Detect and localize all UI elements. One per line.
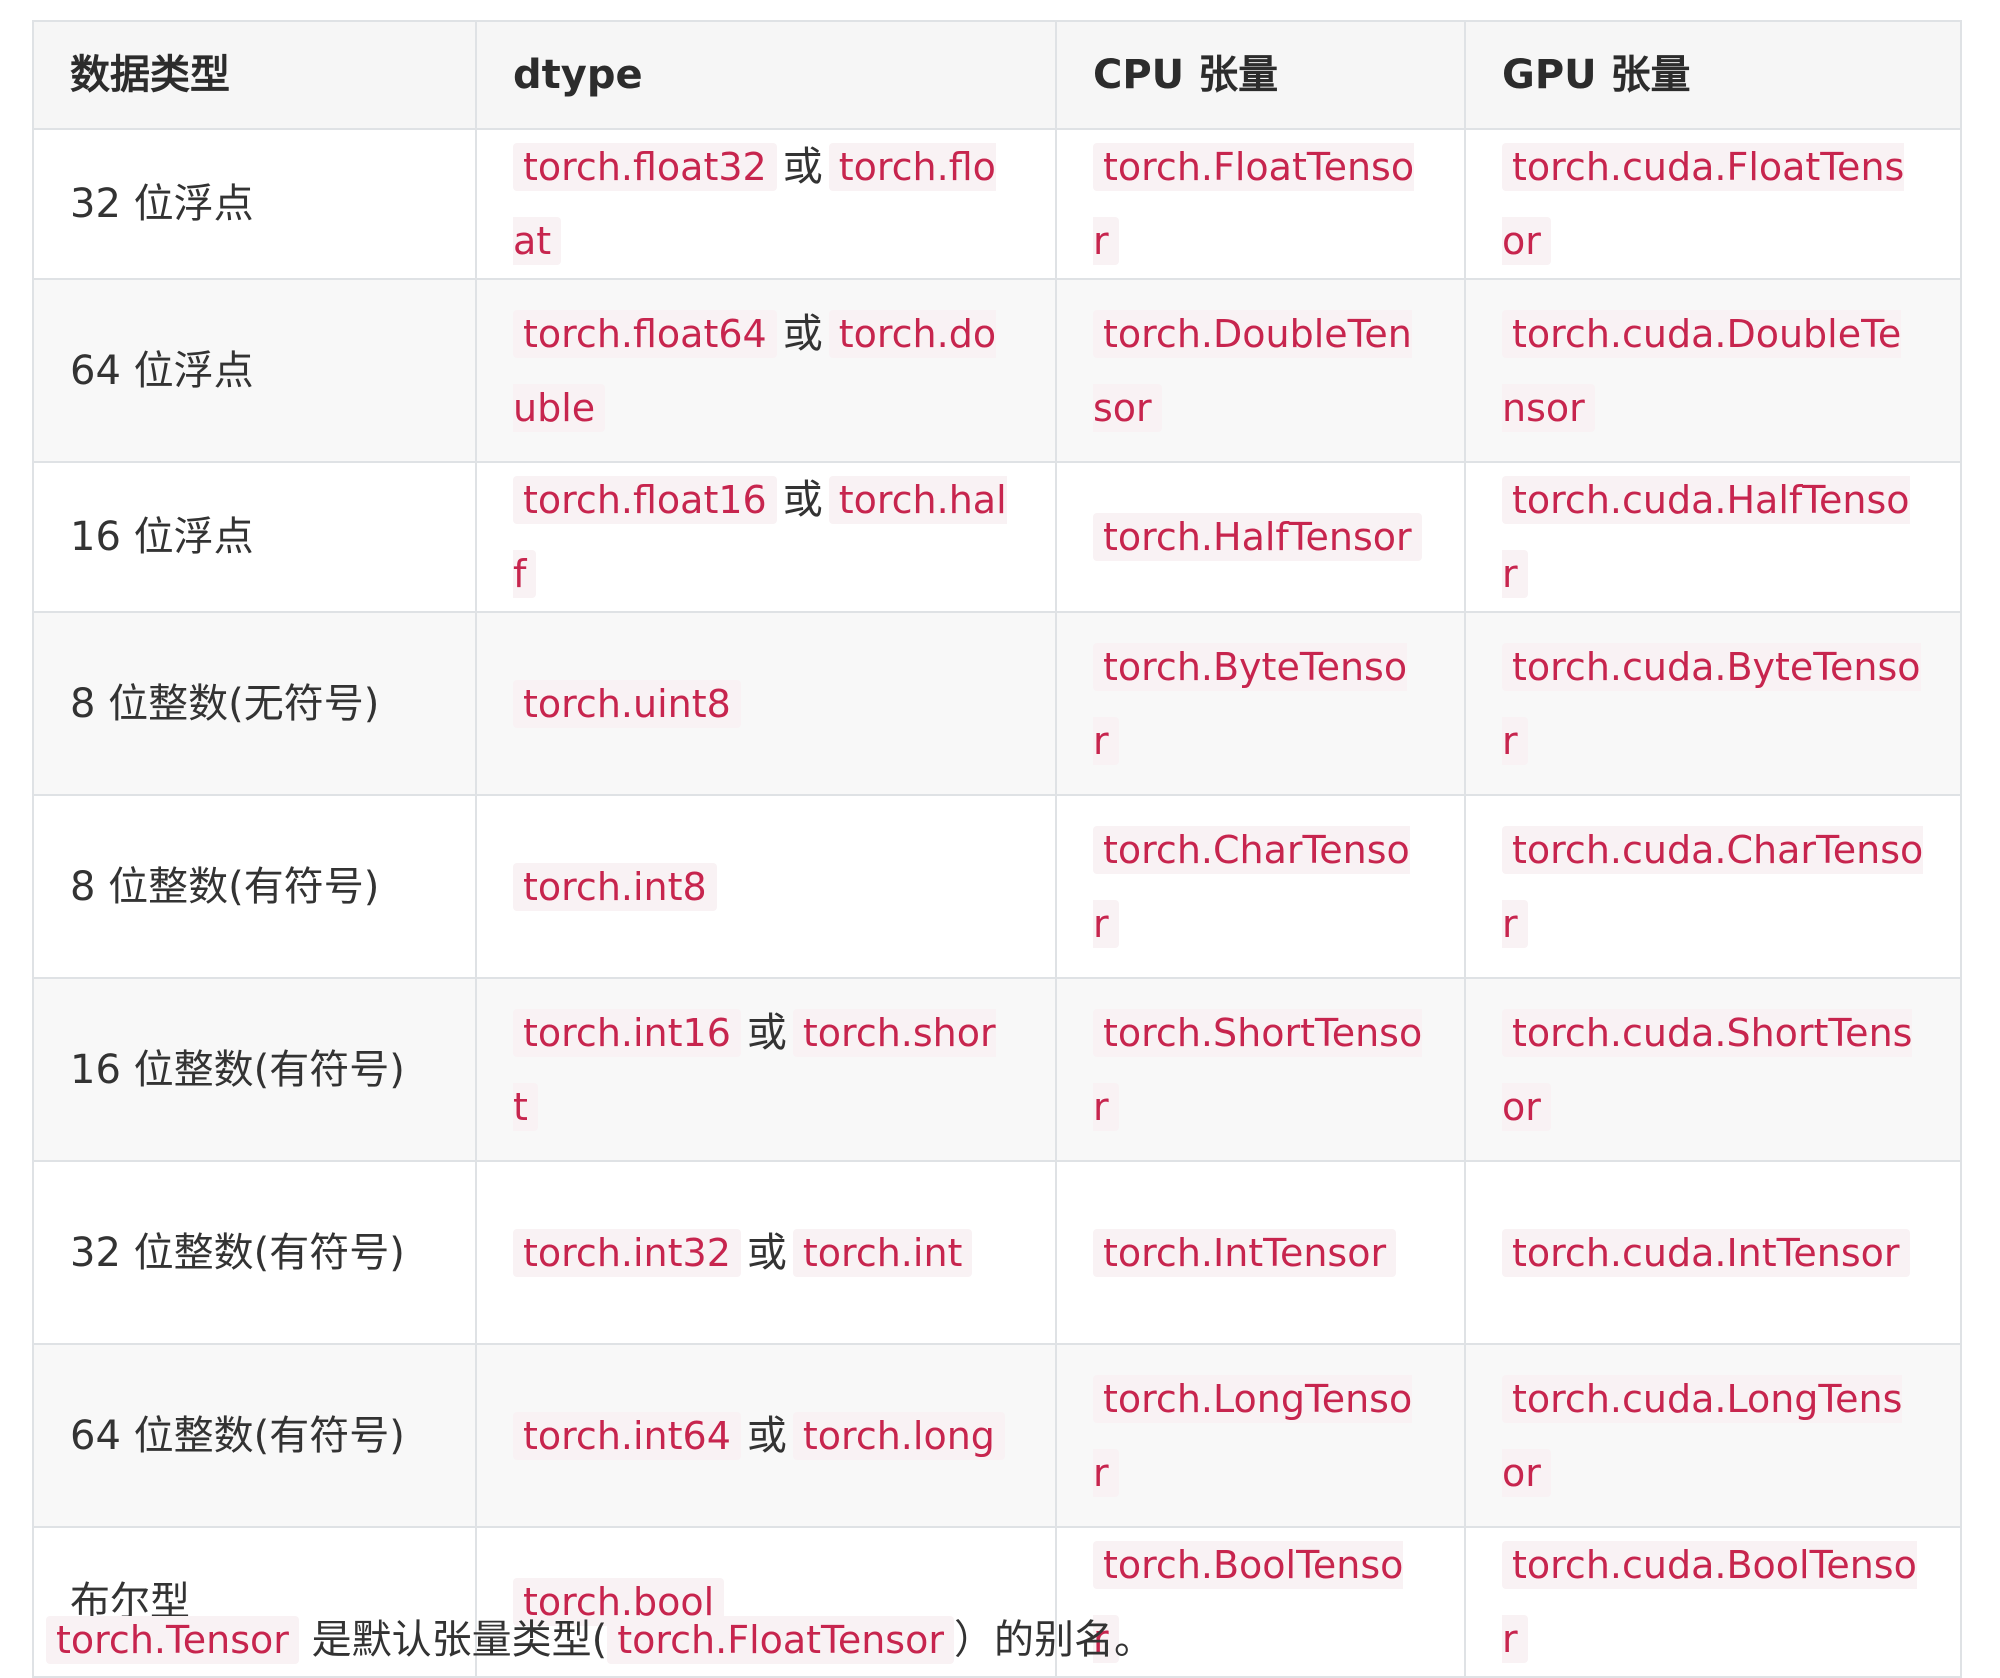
cell-cpu-tensor: torch.LongTensor	[1055, 1343, 1466, 1528]
dtype-code: torch.int16	[513, 1008, 741, 1057]
cpu-tensor-code: torch.CharTensor	[1093, 825, 1410, 948]
cell-gpu-tensor: torch.cuda.ByteTensor	[1464, 611, 1962, 796]
gpu-tensor-code: torch.cuda.LongTensor	[1502, 1374, 1903, 1497]
cell-cpu-tensor: torch.FloatTensor	[1055, 128, 1466, 280]
gpu-tensor-code: torch.cuda.DoubleTensor	[1502, 309, 1902, 432]
or-text: 或	[782, 310, 823, 357]
cpu-tensor-code: torch.ShortTensor	[1093, 1008, 1423, 1131]
header-dtype: dtype	[475, 20, 1057, 130]
cell-data-type: 32 位整数(有符号)	[32, 1160, 477, 1345]
cell-gpu-tensor: torch.cuda.ShortTensor	[1464, 977, 1962, 1162]
table-row: 64 位整数(有符号) torch.int64 或 torch.long torch.L…	[32, 1343, 1962, 1528]
gpu-tensor-code: torch.cuda.CharTensor	[1502, 825, 1924, 948]
cell-gpu-tensor: torch.cuda.BoolTensor	[1464, 1526, 1962, 1678]
or-text: 或	[746, 1009, 787, 1056]
cell-cpu-tensor: torch.HalfTensor	[1055, 461, 1466, 613]
header-data-type: 数据类型	[32, 20, 477, 130]
cell-gpu-tensor: torch.cuda.LongTensor	[1464, 1343, 1962, 1528]
gpu-tensor-code: torch.cuda.ShortTensor	[1502, 1008, 1913, 1131]
dtype-code: torch.float16	[513, 476, 777, 524]
code-torch-tensor: torch.Tensor	[46, 1616, 299, 1664]
cell-dtype: torch.int32 或 torch.int	[475, 1160, 1057, 1345]
dtype-code: torch.int64	[513, 1411, 741, 1460]
cpu-tensor-code: torch.IntTensor	[1093, 1228, 1397, 1277]
cell-data-type: 32 位浮点	[32, 128, 477, 280]
header-cpu-tensor: CPU 张量	[1055, 20, 1466, 130]
cell-cpu-tensor: torch.IntTensor	[1055, 1160, 1466, 1345]
table-row: 8 位整数(有符号) torch.int8 torch.CharTensor torc…	[32, 794, 1962, 979]
cell-dtype: torch.float32 或 torch.float	[475, 128, 1057, 280]
table-row: 32 位浮点 torch.float32 或 torch.float torch.Flo…	[32, 128, 1962, 280]
cell-dtype: torch.float16 或 torch.half	[475, 461, 1057, 613]
table-row: 8 位整数(无符号) torch.uint8 torch.ByteTensor tor…	[32, 611, 1962, 796]
cpu-tensor-code: torch.HalfTensor	[1093, 513, 1422, 561]
dtype-code: torch.float64	[513, 309, 777, 358]
cell-cpu-tensor: torch.ByteTensor	[1055, 611, 1466, 796]
cell-gpu-tensor: torch.cuda.CharTensor	[1464, 794, 1962, 979]
header-gpu-tensor: GPU 张量	[1464, 20, 1962, 130]
cell-data-type: 16 位整数(有符号)	[32, 977, 477, 1162]
code-float-tensor: torch.FloatTensor	[607, 1616, 954, 1664]
cpu-tensor-code: torch.DoubleTensor	[1093, 309, 1412, 432]
gpu-tensor-code: torch.cuda.HalfTensor	[1502, 476, 1910, 598]
dtype-code: torch.long	[792, 1411, 1005, 1460]
cpu-tensor-code: torch.ByteTensor	[1093, 642, 1408, 765]
cell-cpu-tensor: torch.DoubleTensor	[1055, 278, 1466, 463]
dtype-code: torch.float32	[513, 143, 777, 191]
table-row: 16 位整数(有符号) torch.int16 或 torch.short torch.…	[32, 977, 1962, 1162]
table-row: 64 位浮点 torch.float64 或 torch.double torch.Do…	[32, 278, 1962, 463]
dtype-code: torch.int	[792, 1228, 973, 1277]
header-row: 数据类型 dtype CPU 张量 GPU 张量	[32, 20, 1962, 130]
or-text: 或	[746, 1229, 787, 1276]
cell-gpu-tensor: torch.cuda.IntTensor	[1464, 1160, 1962, 1345]
cell-data-type: 8 位整数(有符号)	[32, 794, 477, 979]
dtype-code: torch.int8	[513, 862, 717, 911]
cell-cpu-tensor: torch.CharTensor	[1055, 794, 1466, 979]
cpu-tensor-code: torch.LongTensor	[1093, 1374, 1413, 1497]
table-header: 数据类型 dtype CPU 张量 GPU 张量	[32, 20, 1962, 130]
footer-text-1: 是默认张量类型(	[298, 1617, 608, 1663]
dtype-table: 数据类型 dtype CPU 张量 GPU 张量 32 位浮点 torch.flo…	[32, 20, 1962, 1678]
gpu-tensor-code: torch.cuda.FloatTensor	[1502, 143, 1905, 265]
table-body: 32 位浮点 torch.float32 或 torch.float torch.Flo…	[32, 128, 1962, 1678]
cell-data-type: 64 位浮点	[32, 278, 477, 463]
cell-data-type: 8 位整数(无符号)	[32, 611, 477, 796]
table-row: 32 位整数(有符号) torch.int32 或 torch.int torch.In…	[32, 1160, 1962, 1345]
cell-dtype: torch.int8	[475, 794, 1057, 979]
or-text: 或	[782, 144, 823, 190]
cell-data-type: 64 位整数(有符号)	[32, 1343, 477, 1528]
cell-gpu-tensor: torch.cuda.HalfTensor	[1464, 461, 1962, 613]
cell-dtype: torch.int64 或 torch.long	[475, 1343, 1057, 1528]
gpu-tensor-code: torch.cuda.IntTensor	[1502, 1228, 1910, 1277]
cpu-tensor-code: torch.FloatTensor	[1093, 143, 1415, 265]
or-text: 或	[782, 477, 823, 523]
table-row: 16 位浮点 torch.float16 或 torch.half torch.Half…	[32, 461, 1962, 613]
dtype-code: torch.uint8	[513, 679, 741, 728]
cell-gpu-tensor: torch.cuda.DoubleTensor	[1464, 278, 1962, 463]
cell-dtype: torch.int16 或 torch.short	[475, 977, 1057, 1162]
footer-note: torch.Tensor 是默认张量类型(torch.FloatTensor ）的…	[46, 1612, 1154, 1668]
footer-text-2: ）的别名。	[953, 1617, 1154, 1663]
or-text: 或	[746, 1412, 787, 1459]
dtype-code: torch.int32	[513, 1228, 741, 1277]
cell-dtype: torch.float64 或 torch.double	[475, 278, 1057, 463]
cell-dtype: torch.uint8	[475, 611, 1057, 796]
gpu-tensor-code: torch.cuda.BoolTensor	[1502, 1541, 1917, 1663]
gpu-tensor-code: torch.cuda.ByteTensor	[1502, 642, 1921, 765]
cell-data-type: 16 位浮点	[32, 461, 477, 613]
cell-cpu-tensor: torch.ShortTensor	[1055, 977, 1466, 1162]
cell-gpu-tensor: torch.cuda.FloatTensor	[1464, 128, 1962, 280]
